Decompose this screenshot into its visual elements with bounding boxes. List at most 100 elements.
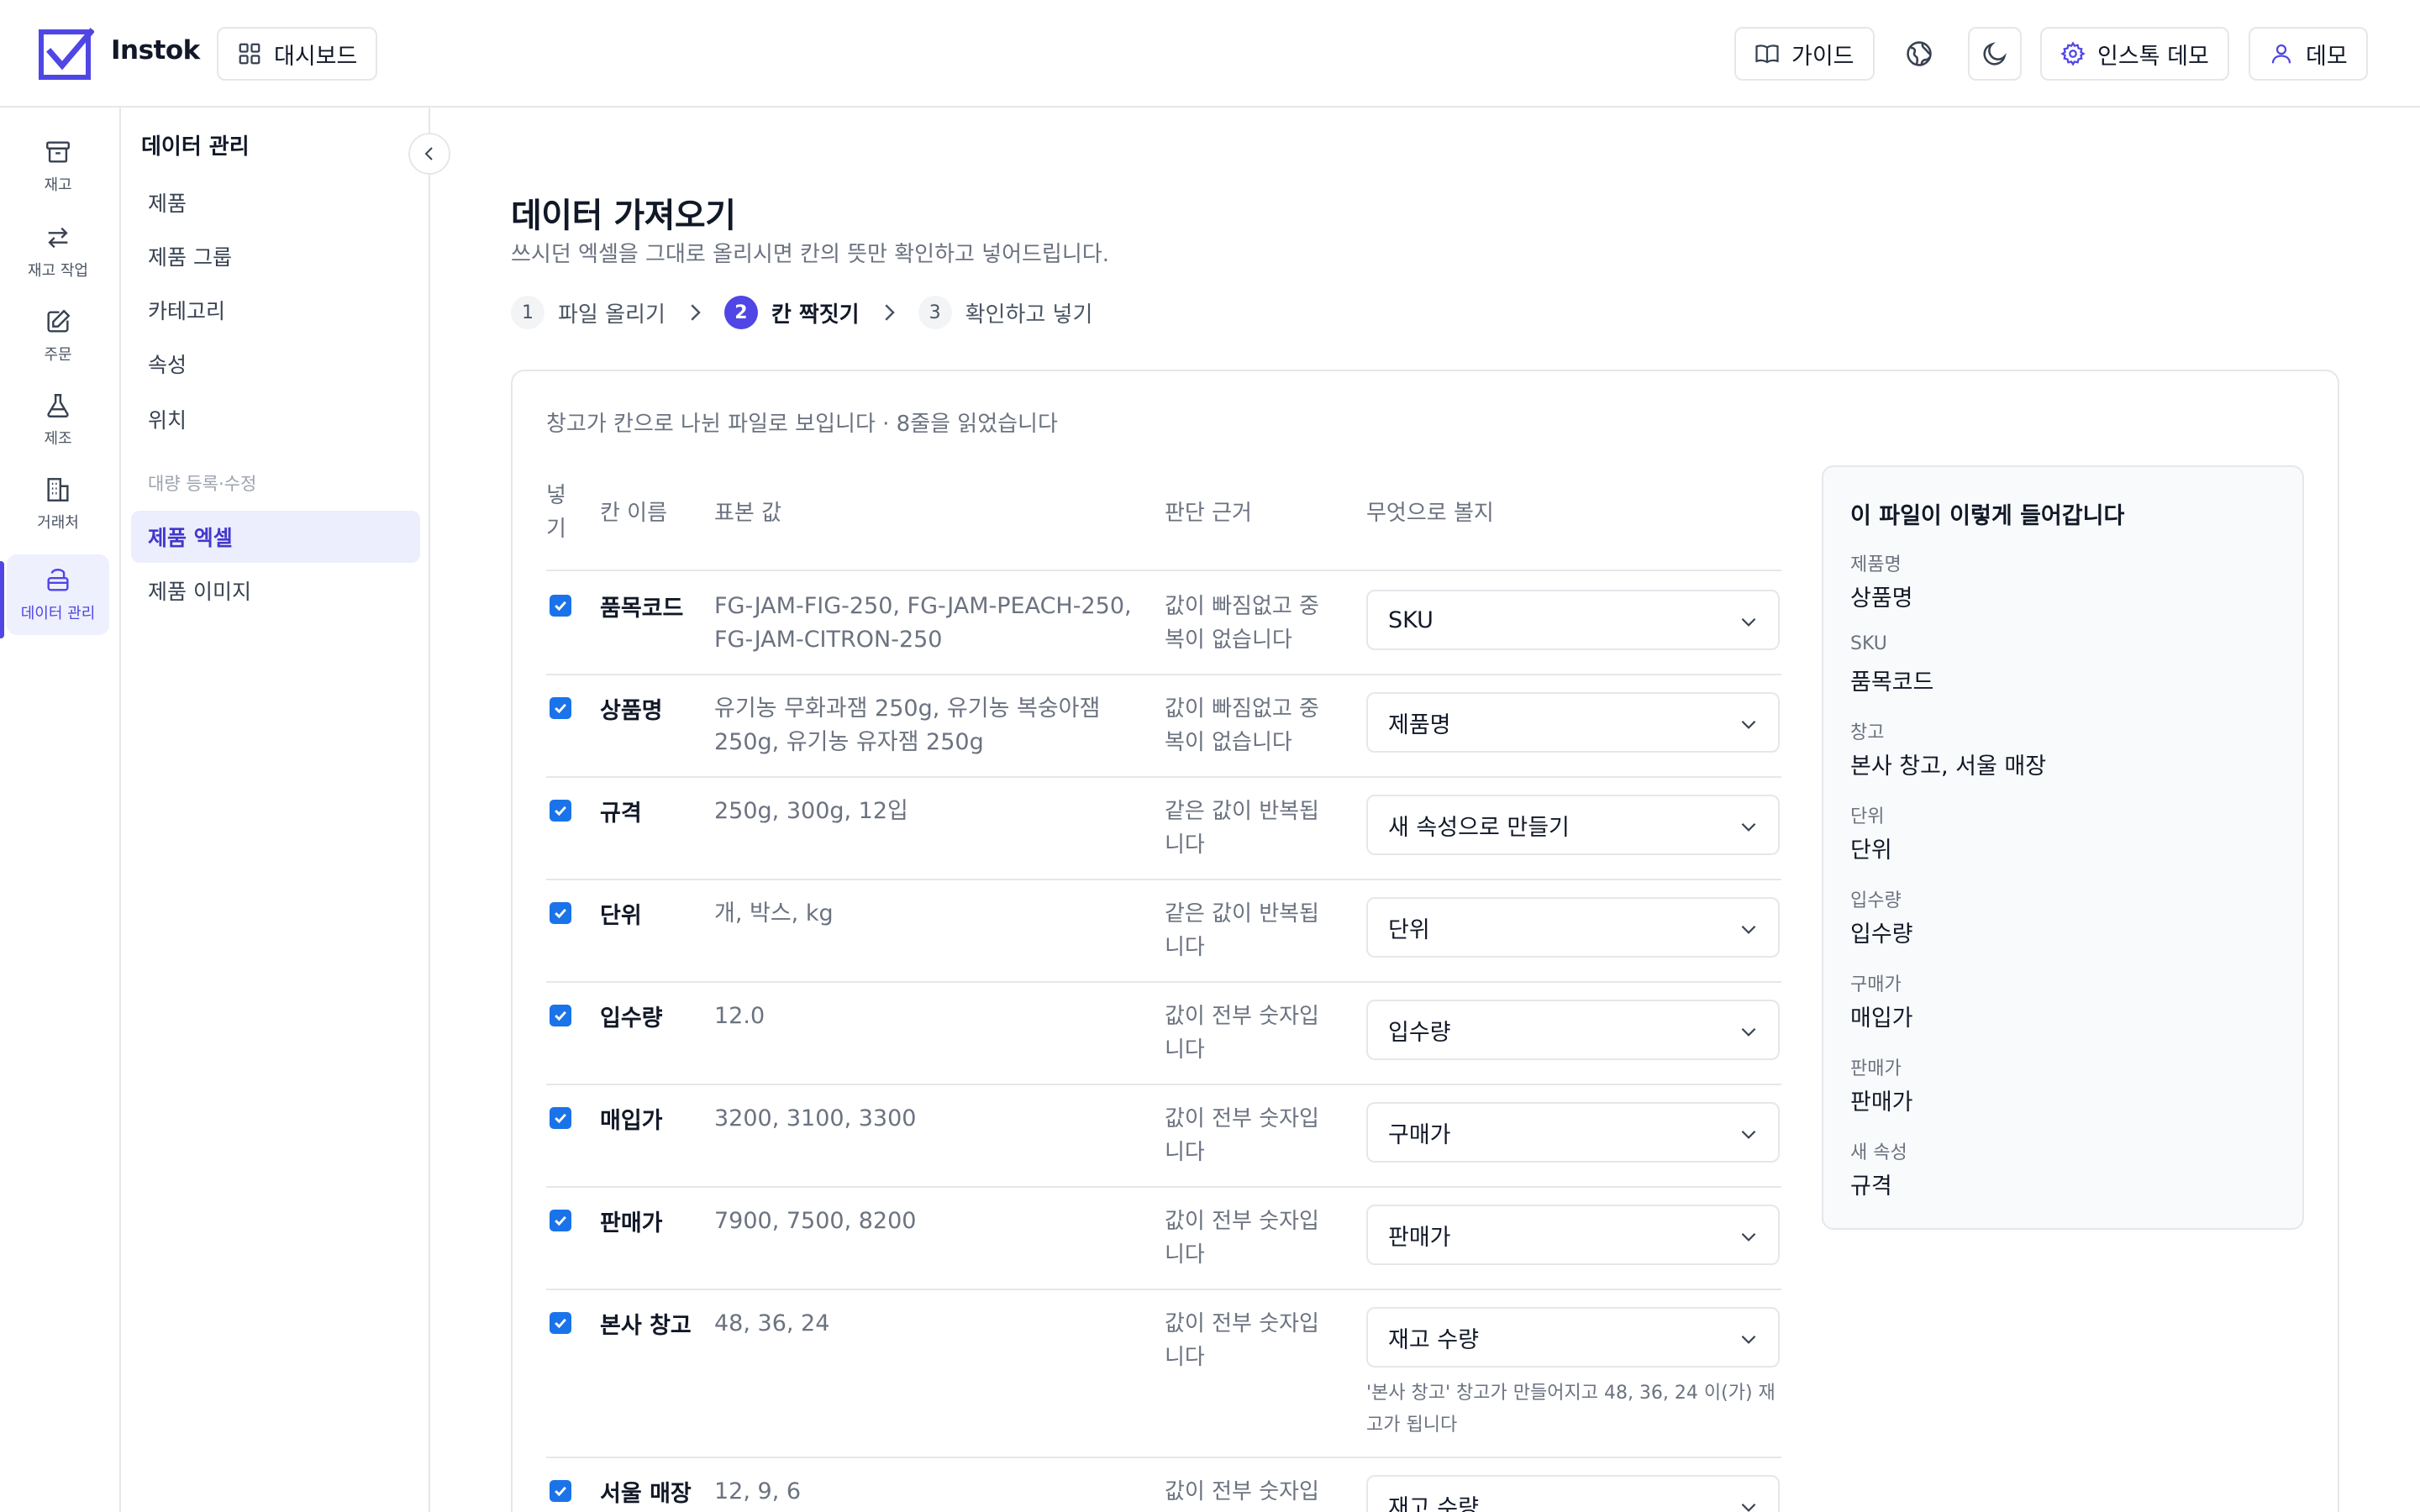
dark-mode-toggle[interactable] — [1968, 27, 2022, 81]
rail-item-inventory[interactable]: 재고 — [7, 126, 109, 207]
mapping-table-header: 넣기 칸 이름 표본 값 판단 근거 무엇으로 볼지 — [546, 479, 1781, 571]
include-checkbox[interactable] — [550, 1312, 571, 1334]
reason-text: 값이 전부 숫자입니다 — [1165, 1479, 1319, 1504]
mapping-select[interactable]: SKU — [1366, 590, 1780, 650]
reason-text: 같은 값이 반복됩니다 — [1165, 901, 1319, 960]
globe-icon — [1907, 41, 1932, 66]
preview-field-value: 품목코드 — [1850, 669, 1934, 696]
table-row: 품목코드 FG-JAM-FIG-250, FG-JAM-PEACH-250, F… — [546, 573, 1781, 675]
subnav-item-locations[interactable]: 위치 — [131, 393, 420, 445]
step-label: 칸 짝짓기 — [771, 302, 860, 328]
primary-nav-rail: 재고 재고 작업 주문 제조 거래처 데이터 관리 — [0, 108, 121, 1512]
reason-text: 값이 전부 숫자입니다 — [1165, 1311, 1319, 1370]
mapping-select-value: 판매가 — [1388, 1224, 1451, 1251]
mapping-select[interactable]: 판매가 — [1366, 1205, 1780, 1265]
include-checkbox[interactable] — [550, 1210, 571, 1231]
sample-values: 12.0 — [714, 1003, 765, 1029]
preview-field-value: 입수량 — [1850, 921, 1913, 948]
subnav-item-products[interactable]: 제품 — [131, 176, 420, 228]
checkmark-icon — [555, 703, 566, 714]
subnav-item-categories[interactable]: 카테고리 — [131, 284, 420, 336]
subnav-item-product-images[interactable]: 제품 이미지 — [131, 564, 420, 617]
table-row: 상품명 유기농 무화과잼 250g, 유기농 복숭아잼 250g, 유기농 유자… — [546, 675, 1781, 778]
sample-values: 유기농 무화과잼 250g, 유기농 복숭아잼 250g, 유기농 유자잼 25… — [714, 696, 1101, 755]
step-map-columns[interactable]: 2 칸 짝짓기 — [723, 296, 860, 329]
table-row: 단위 개, 박스, kg 같은 값이 반복됩니다 단위 — [546, 880, 1781, 983]
mapping-select[interactable]: 단위 — [1366, 897, 1780, 958]
import-stepper: 1 파일 올리기 2 칸 짝짓기 3 확인하고 넣기 — [511, 294, 1092, 331]
subnav-item-product-groups[interactable]: 제품 그룹 — [131, 230, 420, 282]
sample-values: 7900, 7500, 8200 — [714, 1208, 917, 1234]
checkmark-icon — [555, 1486, 566, 1497]
include-checkbox[interactable] — [550, 697, 571, 719]
collapse-sidebar-button[interactable] — [408, 133, 450, 175]
mapping-select[interactable]: 제품명 — [1366, 692, 1780, 753]
column-name: 판매가 — [600, 1210, 663, 1236]
step-confirm-import[interactable]: 3 확인하고 넣기 — [918, 296, 1093, 329]
mapping-select[interactable]: 새 속성으로 만들기 — [1366, 795, 1780, 855]
user-icon — [2271, 44, 2291, 64]
mapping-select-value: 구매가 — [1388, 1121, 1451, 1148]
subnav-section-bulk: 대량 등록·수정 — [148, 474, 257, 494]
step-upload-file[interactable]: 1 파일 올리기 — [511, 296, 666, 329]
edit-document-icon — [47, 309, 71, 333]
reason-text: 같은 값이 반복됩니다 — [1165, 799, 1319, 858]
subnav-item-product-excel[interactable]: 제품 엑셀 — [131, 511, 420, 563]
include-checkbox[interactable] — [550, 902, 571, 924]
chevron-right-icon — [884, 304, 895, 321]
sample-values: 개, 박스, kg — [714, 900, 834, 927]
table-row: 매입가 3200, 3100, 3300 값이 전부 숫자입니다 구매가 — [546, 1085, 1781, 1188]
subnav-item-attributes[interactable]: 속성 — [131, 338, 420, 390]
mapping-select[interactable]: 구매가 — [1366, 1102, 1780, 1163]
table-row: 판매가 7900, 7500, 8200 값이 전부 숫자입니다 판매가 — [546, 1188, 1781, 1290]
table-row: 입수량 12.0 값이 전부 숫자입니다 입수량 — [546, 983, 1781, 1085]
table-row: 서울 매장 12, 9, 6 값이 전부 숫자입니다 재고 수량 — [546, 1458, 1781, 1512]
rail-item-partners[interactable]: 거래처 — [7, 464, 109, 544]
preview-field-label: 구매가 — [1850, 974, 1902, 995]
sample-values: FG-JAM-FIG-250, FG-JAM-PEACH-250, FG-JAM… — [714, 593, 1132, 653]
dashboard-button[interactable]: 대시보드 — [217, 27, 378, 81]
preview-field-value: 단위 — [1850, 837, 1892, 864]
header-sample: 표본 값 — [714, 501, 782, 526]
step-label: 확인하고 넣기 — [965, 302, 1093, 328]
chevron-down-icon — [1741, 925, 1756, 934]
rail-item-manufacturing[interactable]: 제조 — [7, 380, 109, 460]
include-checkbox[interactable] — [550, 1107, 571, 1129]
mapping-select-value: 단위 — [1388, 916, 1430, 943]
checkmark-icon — [555, 1215, 566, 1226]
preview-field-label: 새 속성 — [1850, 1142, 1907, 1163]
rail-label-data-management: 데이터 관리 — [20, 605, 96, 622]
checkmark-icon — [555, 1113, 566, 1124]
user-menu-button[interactable]: 데모 — [2249, 27, 2368, 81]
mapping-select[interactable]: 재고 수량 — [1366, 1307, 1780, 1368]
reason-text: 값이 빠짐없고 중복이 없습니다 — [1165, 696, 1319, 755]
rail-item-orders[interactable]: 주문 — [7, 296, 109, 376]
rail-item-stock-operations[interactable]: 재고 작업 — [7, 212, 109, 292]
sample-values: 250g, 300g, 12입 — [714, 798, 908, 824]
guide-button[interactable]: 가이드 — [1734, 27, 1875, 81]
rail-item-data-management[interactable]: 데이터 관리 — [7, 554, 109, 635]
workspace-settings-button[interactable]: 인스톡 데모 — [2040, 27, 2229, 81]
mapping-select[interactable]: 입수량 — [1366, 1000, 1780, 1060]
page-title: 데이터 가져오기 — [511, 197, 736, 235]
include-checkbox[interactable] — [550, 800, 571, 822]
user-label: 데모 — [2306, 43, 2348, 70]
preview-field-label: 제품명 — [1850, 554, 1902, 575]
include-checkbox[interactable] — [550, 595, 571, 617]
brand-name[interactable]: Instok — [111, 35, 200, 66]
instok-logo[interactable] — [39, 27, 94, 81]
reason-text: 값이 빠짐없고 중복이 없습니다 — [1165, 594, 1319, 653]
mapping-select[interactable]: 재고 수량 — [1366, 1475, 1780, 1512]
file-detection-note: 창고가 칸으로 나뉜 파일로 보입니다 · 8줄을 읽었습니다 — [546, 412, 1058, 437]
subnav-title: 데이터 관리 — [141, 134, 250, 160]
include-checkbox[interactable] — [550, 1480, 571, 1502]
language-button[interactable] — [1892, 27, 1946, 81]
header-include: 넣기 — [546, 483, 566, 542]
mapping-select-value: 재고 수량 — [1388, 1326, 1479, 1353]
preview-field-label: 창고 — [1850, 722, 1885, 743]
chevron-down-icon — [1741, 1335, 1756, 1344]
rail-label-manufacturing: 제조 — [44, 430, 72, 448]
include-checkbox[interactable] — [550, 1005, 571, 1026]
guide-label: 가이드 — [1791, 43, 1854, 70]
preview-field-value: 매입가 — [1850, 1005, 1913, 1032]
